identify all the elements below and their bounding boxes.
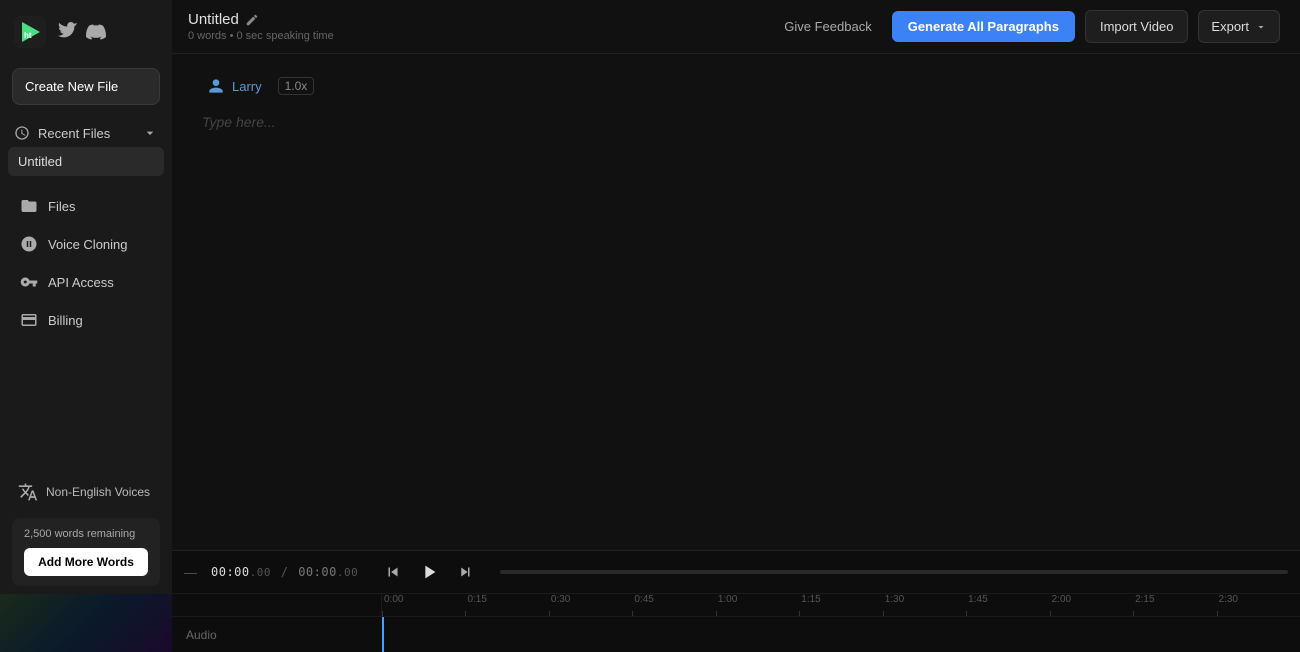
file-title: Untitled <box>188 11 239 28</box>
export-chevron-icon <box>1255 21 1267 33</box>
type-here-placeholder[interactable]: Type here... <box>202 114 1270 130</box>
file-title-row: Untitled <box>188 11 334 28</box>
time-current-sub: .00 <box>250 566 271 579</box>
give-feedback-button[interactable]: Give Feedback <box>774 13 881 40</box>
ruler-mark: 1:00 <box>716 594 799 616</box>
skip-forward-button[interactable] <box>452 559 478 585</box>
sidebar-item-voice-cloning[interactable]: Voice Cloning <box>6 226 166 262</box>
timeline-label-spacer <box>172 594 382 616</box>
words-remaining-box: 2,500 words remaining Add More Words <box>12 518 160 586</box>
ruler-mark: 2:00 <box>1050 594 1133 616</box>
sidebar-item-files[interactable]: Files <box>6 188 166 224</box>
voice-selector[interactable]: Larry <box>202 74 266 98</box>
play-icon <box>418 561 440 583</box>
header-left: Untitled 0 words • 0 sec speaking time <box>188 11 334 42</box>
social-icons <box>58 22 106 42</box>
generate-all-paragraphs-button[interactable]: Generate All Paragraphs <box>892 11 1075 42</box>
time-display: 00:00.00 / 00:00.00 <box>211 565 358 579</box>
header-right: Give Feedback Generate All Paragraphs Im… <box>774 10 1280 43</box>
time-current: 00:00 <box>211 565 250 579</box>
non-english-voices-label: Non-English Voices <box>46 485 150 499</box>
ruler-mark: 1:30 <box>883 594 966 616</box>
play-button[interactable] <box>414 557 444 587</box>
progress-bar[interactable] <box>500 570 1288 574</box>
dash-indicator: — <box>184 565 197 580</box>
chevron-down-icon <box>142 125 158 141</box>
header: Untitled 0 words • 0 sec speaking time G… <box>172 0 1300 54</box>
voice-controls: Larry 1.0x <box>202 74 314 98</box>
edit-title-icon[interactable] <box>245 13 259 27</box>
file-meta: 0 words • 0 sec speaking time <box>188 30 334 42</box>
folder-icon <box>20 197 38 215</box>
non-english-voices-button[interactable]: Non-English Voices <box>8 474 164 510</box>
recent-file-item[interactable]: Untitled <box>8 147 164 176</box>
card-icon <box>20 311 38 329</box>
voice-name: Larry <box>232 79 262 94</box>
main-content: Untitled 0 words • 0 sec speaking time G… <box>172 0 1300 652</box>
timeline-container: 0:000:150:300:451:001:151:301:452:002:15… <box>172 594 1300 652</box>
add-more-words-button[interactable]: Add More Words <box>24 548 148 576</box>
editor-area[interactable]: Larry 1.0x Type here... <box>172 54 1300 550</box>
ruler-mark: 0:45 <box>632 594 715 616</box>
time-separator: / <box>281 565 289 579</box>
playht-logo-icon: ht <box>14 16 46 48</box>
sidebar: ht Create New File Recent Files Untitled <box>0 0 172 652</box>
sidebar-item-voice-cloning-label: Voice Cloning <box>48 237 128 252</box>
skip-back-button[interactable] <box>380 559 406 585</box>
clock-icon <box>14 125 30 141</box>
sidebar-item-billing-label: Billing <box>48 313 83 328</box>
playhead <box>382 617 384 652</box>
paragraph-row: Larry 1.0x <box>202 74 1270 98</box>
speed-badge[interactable]: 1.0x <box>278 77 315 95</box>
nav-items: Files Voice Cloning API Access Billing <box>0 186 172 340</box>
ruler-mark: 0:15 <box>465 594 548 616</box>
twitter-icon[interactable] <box>58 22 78 42</box>
translate-icon <box>18 482 38 502</box>
voice-person-icon <box>206 76 226 96</box>
export-label: Export <box>1211 19 1249 34</box>
ruler-mark: 0:30 <box>549 594 632 616</box>
skip-forward-icon <box>456 563 474 581</box>
sidebar-item-api-access-label: API Access <box>48 275 114 290</box>
recent-files-header[interactable]: Recent Files <box>0 117 172 145</box>
create-new-file-button[interactable]: Create New File <box>12 68 160 105</box>
recent-files-header-left: Recent Files <box>14 125 110 141</box>
sidebar-logo-area: ht <box>0 0 172 60</box>
progress-track <box>500 570 1288 574</box>
time-total-sub: .00 <box>337 566 358 579</box>
sidebar-item-api-access[interactable]: API Access <box>6 264 166 300</box>
sidebar-item-files-label: Files <box>48 199 75 214</box>
audio-track-row: Audio <box>172 616 1300 652</box>
ruler-mark: 1:15 <box>799 594 882 616</box>
import-video-button[interactable]: Import Video <box>1085 10 1188 43</box>
key-icon <box>20 273 38 291</box>
sidebar-footer-visual <box>0 594 172 652</box>
ruler-mark: 1:45 <box>966 594 1049 616</box>
skip-back-icon <box>384 563 402 581</box>
transport-controls: — 00:00.00 / 00:00.00 <box>172 551 1300 594</box>
audio-track-content <box>382 617 1300 652</box>
ruler-mark: 0:00 <box>382 594 465 616</box>
timeline-ruler: 0:000:150:300:451:001:151:301:452:002:15… <box>382 594 1300 616</box>
star-icon <box>20 235 38 253</box>
audio-track-label: Audio <box>172 628 382 642</box>
recent-files-label: Recent Files <box>38 126 110 141</box>
sidebar-item-billing[interactable]: Billing <box>6 302 166 338</box>
sidebar-bottom: Non-English Voices 2,500 words remaining… <box>0 462 172 590</box>
transport-bar: — 00:00.00 / 00:00.00 <box>172 550 1300 652</box>
words-remaining-text: 2,500 words remaining <box>24 528 148 540</box>
ruler-mark: 2:15 <box>1133 594 1216 616</box>
ruler-mark: 2:30 <box>1217 594 1300 616</box>
discord-icon[interactable] <box>86 22 106 42</box>
playback-controls <box>380 557 478 587</box>
time-total: 00:00 <box>298 565 337 579</box>
svg-text:ht: ht <box>24 31 32 40</box>
export-button[interactable]: Export <box>1198 10 1280 43</box>
